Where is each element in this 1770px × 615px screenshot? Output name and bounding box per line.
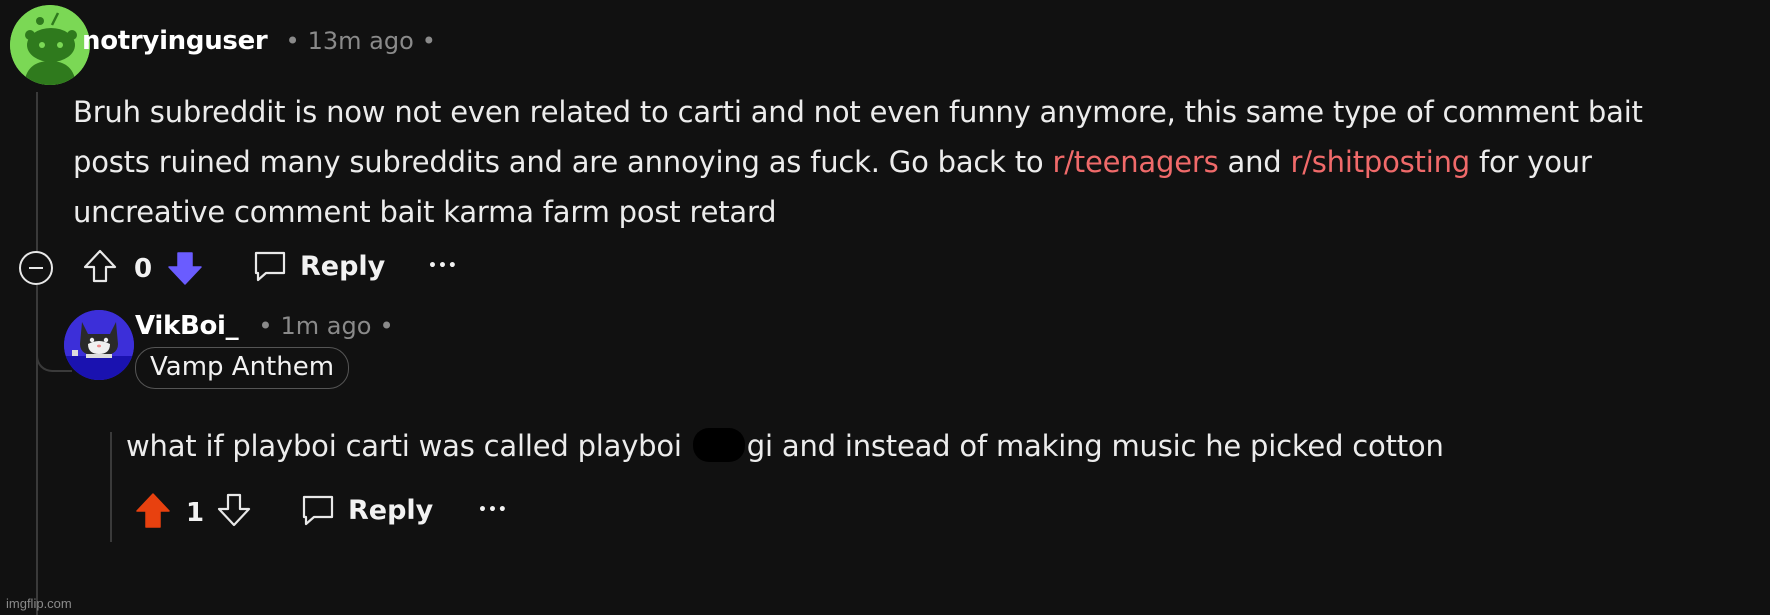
separator: •	[258, 312, 273, 340]
reply-text: gi and instead of making music he picked…	[746, 429, 1444, 463]
reply-text: what if playboi carti was called playboi	[126, 429, 691, 463]
downvote-arrow-icon	[168, 252, 202, 285]
upvote-arrow-icon	[136, 493, 170, 528]
timestamp[interactable]: 13m ago	[308, 27, 414, 55]
separator: •	[379, 312, 394, 340]
downvote-button[interactable]	[166, 250, 204, 286]
avatar[interactable]	[64, 310, 134, 380]
reply-label: Reply	[300, 250, 386, 282]
reply-header: VikBoi_ • 1m ago •	[135, 311, 394, 341]
reply-button[interactable]: Reply	[252, 248, 385, 284]
separator: •	[421, 27, 436, 55]
comment-bubble-icon	[254, 251, 286, 282]
thread-line-main	[36, 92, 38, 252]
cat-avatar-icon	[64, 310, 134, 380]
downvote-button[interactable]	[216, 492, 252, 528]
user-flair: Vamp Anthem	[135, 347, 350, 389]
reply-body: what if playboi carti was called playboi…	[126, 421, 1444, 471]
comment-text: and	[1218, 145, 1291, 179]
upvote-button[interactable]	[82, 248, 118, 284]
vote-count: 1	[186, 498, 205, 528]
upvote-arrow-icon	[83, 249, 117, 283]
comment-body: Bruh subreddit is now not even related t…	[73, 87, 1763, 237]
timestamp[interactable]: 1m ago	[281, 312, 372, 340]
subreddit-link-teenagers[interactable]: r/teenagers	[1053, 145, 1219, 179]
upvote-button[interactable]	[134, 492, 172, 530]
avatar[interactable]	[10, 5, 90, 85]
watermark: imgflip.com	[6, 596, 72, 611]
reply-label: Reply	[348, 494, 434, 526]
snoo-avatar-icon	[10, 5, 90, 85]
username[interactable]: notryinguser	[82, 26, 268, 56]
comment-line: Bruh subreddit is now not even related t…	[73, 95, 1643, 129]
comment-line: posts ruined many subreddits and are ann…	[73, 137, 1763, 187]
thread-line-reply	[110, 432, 112, 542]
comment-bubble-icon	[302, 495, 334, 526]
redaction-mark	[692, 428, 745, 462]
comment-text: for your	[1469, 145, 1592, 179]
more-options-button[interactable]: •••	[478, 496, 508, 524]
subreddit-link-shitposting[interactable]: r/shitposting	[1290, 145, 1470, 179]
reply-button[interactable]: Reply	[300, 492, 433, 528]
comment-header: notryinguser • 13m ago •	[82, 26, 436, 56]
downvote-arrow-icon	[217, 493, 251, 527]
collapse-button[interactable]	[18, 250, 54, 286]
comment-text: posts ruined many subreddits and are ann…	[73, 145, 1053, 179]
separator: •	[285, 27, 300, 55]
comment-line: uncreative comment bait karma farm post …	[73, 195, 777, 229]
vote-count: 0	[134, 254, 153, 284]
more-options-button[interactable]: •••	[428, 252, 458, 280]
username[interactable]: VikBoi_	[135, 311, 239, 341]
collapse-icon	[19, 251, 53, 285]
